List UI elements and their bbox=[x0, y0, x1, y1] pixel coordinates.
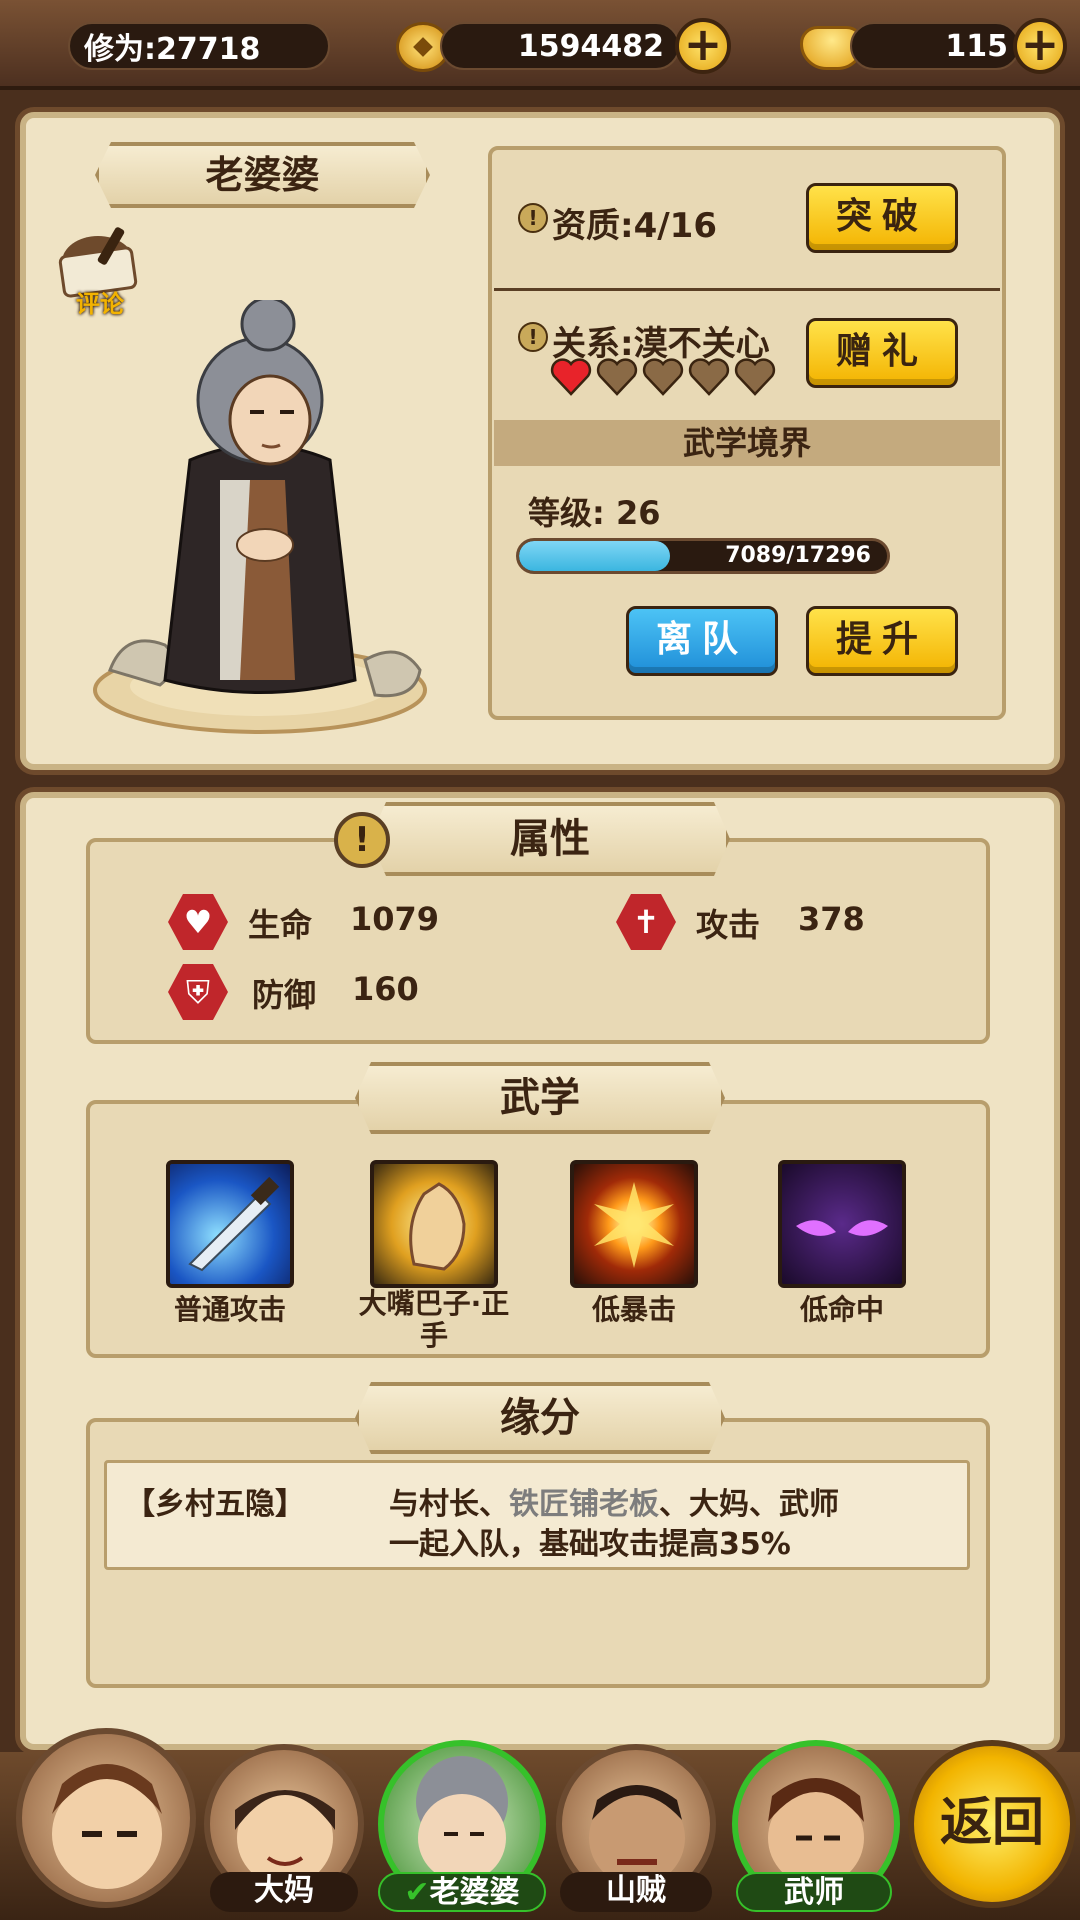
team-member-name: 武师 bbox=[736, 1872, 892, 1912]
fate-desc-line1: 与村长、铁匠铺老板、大妈、武师 bbox=[389, 1479, 839, 1523]
plus-icon: + bbox=[683, 17, 723, 71]
explosion-icon bbox=[594, 1182, 674, 1268]
martial-title: 武学 bbox=[355, 1062, 725, 1134]
attributes-info-icon[interactable]: ! bbox=[334, 812, 390, 868]
exp-bar: 7089/17296 bbox=[516, 538, 890, 574]
check-icon: ✔ bbox=[404, 1875, 430, 1910]
team-member-name: 老婆婆 bbox=[429, 1875, 520, 1910]
fate-entry: 【乡村五隐】 与村长、铁匠铺老板、大妈、武师 一起入队，基础攻击提高35% bbox=[104, 1460, 970, 1570]
defense-label: 防御 bbox=[252, 976, 317, 1014]
defense-value: 160 bbox=[352, 970, 419, 1008]
skill-slap[interactable] bbox=[370, 1160, 498, 1288]
team-member-name: 山贼 bbox=[560, 1872, 712, 1912]
coins-value: 1594482 bbox=[517, 28, 664, 64]
leave-team-button[interactable]: 离队 bbox=[626, 606, 778, 676]
add-gold-button[interactable]: + bbox=[1013, 18, 1067, 74]
fate-desc-line2: 一起入队，基础攻击提高35% bbox=[389, 1527, 791, 1562]
hero-name-banner: 老婆婆 bbox=[95, 142, 430, 208]
gold-value: 115 bbox=[945, 28, 1008, 64]
selected-member-plate: ✔老婆婆 bbox=[378, 1872, 546, 1912]
aptitude-info-icon[interactable]: ! bbox=[518, 203, 548, 233]
exp-bar-fill bbox=[519, 541, 670, 571]
skill-name: 普通攻击 bbox=[173, 1293, 286, 1326]
fate-highlight-name: 铁匠铺老板 bbox=[509, 1487, 659, 1522]
gold-display: 115 bbox=[850, 22, 1020, 70]
team-member-1[interactable] bbox=[16, 1728, 196, 1908]
upgrade-button[interactable]: 提升 bbox=[806, 606, 958, 676]
fate-desc-text: 、大妈、武师 bbox=[659, 1487, 839, 1522]
heart-empty-icon bbox=[734, 358, 776, 396]
divider bbox=[494, 288, 1000, 291]
heart-empty-icon bbox=[642, 358, 684, 396]
cultivation-display: 修为:27718 bbox=[68, 22, 330, 70]
fate-tag: 【乡村五隐】 bbox=[125, 1487, 305, 1522]
skill-normal-attack[interactable] bbox=[166, 1160, 294, 1288]
attack-label: 攻击 bbox=[696, 906, 761, 944]
skill-low-crit[interactable] bbox=[570, 1160, 698, 1288]
skill-name: 大嘴巴子·正手 bbox=[358, 1287, 510, 1352]
grandma-figure-icon bbox=[93, 296, 427, 734]
fate-desc-text: 与村长、 bbox=[389, 1487, 509, 1522]
team-member-name: 大妈 bbox=[210, 1872, 358, 1912]
skill-low-hit[interactable] bbox=[778, 1160, 906, 1288]
relation-info-icon[interactable]: ! bbox=[518, 322, 548, 352]
aptitude-text: 资质:4/16 bbox=[552, 206, 717, 246]
add-coins-button[interactable]: + bbox=[675, 18, 731, 74]
coins-display: 1594482 bbox=[440, 22, 680, 70]
cultivation-text: 修为:27718 bbox=[84, 32, 261, 67]
palm-icon bbox=[409, 1182, 466, 1271]
exp-text: 7089/17296 bbox=[725, 543, 871, 568]
attributes-title: 属性 bbox=[370, 802, 730, 876]
affection-hearts bbox=[550, 357, 790, 401]
breakthrough-button[interactable]: 突破 bbox=[806, 183, 958, 253]
fate-title: 缘分 bbox=[355, 1382, 725, 1454]
attack-value: 378 bbox=[798, 900, 865, 938]
back-button[interactable]: 返回 bbox=[908, 1740, 1076, 1908]
hp-value: 1079 bbox=[350, 900, 440, 938]
skill-name: 低命中 bbox=[799, 1293, 884, 1326]
hero-name: 老婆婆 bbox=[205, 153, 320, 197]
heart-filled-icon bbox=[550, 358, 592, 396]
plus-icon: + bbox=[1020, 17, 1060, 71]
knife-icon bbox=[188, 1176, 280, 1272]
hp-label: 生命 bbox=[248, 906, 313, 944]
martial-realm-header: 武学境界 bbox=[494, 420, 1000, 466]
gift-button[interactable]: 赠礼 bbox=[806, 318, 958, 388]
level-text: 等级: 26 bbox=[528, 494, 661, 532]
heart-empty-icon bbox=[688, 358, 730, 396]
hero-portrait[interactable] bbox=[90, 296, 430, 740]
hero-face-icon bbox=[52, 1764, 162, 1889]
dark-eyes-icon bbox=[796, 1220, 888, 1236]
heart-empty-icon bbox=[596, 358, 638, 396]
skill-name: 低暴击 bbox=[591, 1293, 676, 1326]
